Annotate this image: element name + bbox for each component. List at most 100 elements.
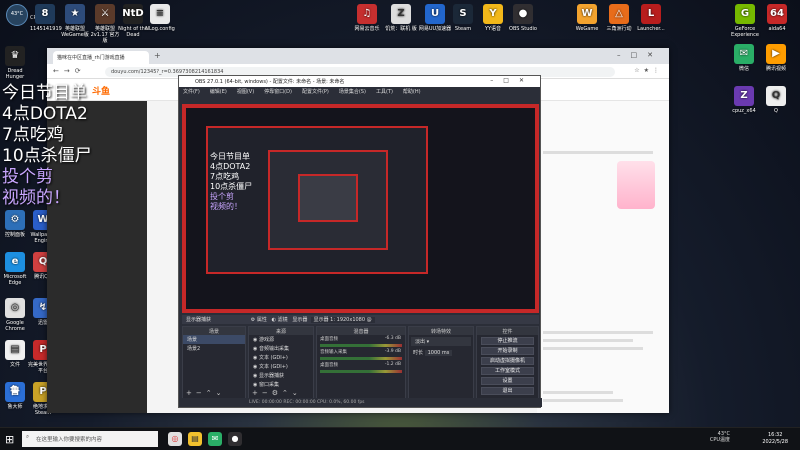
desktop-icon[interactable]: 64 aida64 xyxy=(760,4,794,32)
obs-control-button[interactable]: 停止推流 xyxy=(481,337,534,345)
obs-control-button[interactable]: 开始录制 xyxy=(481,347,534,355)
desktop-icon[interactable]: ⚙ 控制面板 xyxy=(0,210,30,238)
obs-menu-item[interactable]: 编辑(E) xyxy=(210,89,227,95)
chrome-taskbar-icon[interactable]: ◎ xyxy=(168,432,182,446)
nested-overlay-line1: 今日节目单 xyxy=(210,152,250,161)
desktop-icon[interactable]: QQ xyxy=(760,86,792,114)
taskbar-clock[interactable]: 16:32 2022/5/28 xyxy=(762,432,788,446)
obs-taskbar-icon[interactable]: ● xyxy=(228,432,242,446)
desktop-icon[interactable]: ▶ 腾讯视频 xyxy=(760,44,792,72)
source-item[interactable]: ◉ 显示器捕获 xyxy=(249,371,313,380)
display-select[interactable]: 显示器 1: 1920x1080 @ xyxy=(310,317,375,323)
desktop-icon[interactable]: e Microsoft Edge xyxy=(0,252,30,286)
app-icon: W xyxy=(577,4,597,24)
desktop-icon[interactable]: ★ 英雄联盟 WeGame版 xyxy=(60,4,90,38)
source-item[interactable]: ◉ 游戏源 xyxy=(249,335,313,344)
desktop-icon[interactable]: Y YY语音 xyxy=(476,4,510,32)
volume-meter[interactable] xyxy=(320,370,402,373)
site-logo[interactable]: 斗鱼 xyxy=(92,84,110,97)
obs-menu-item[interactable]: 配置文件(P) xyxy=(302,89,329,95)
filters-button[interactable]: 滤镜 xyxy=(278,317,288,323)
desktop-icon[interactable]: Z 饥荒：联机 版 xyxy=(384,4,418,32)
taskbar-search[interactable]: ⌕ 在这里输入你要搜索的内容 xyxy=(22,431,158,447)
sources-dock-controls[interactable]: +−⚙⌃⌄ xyxy=(252,389,302,397)
desktop-icon[interactable]: NtD Night of the Dead xyxy=(118,4,148,38)
mixer-channel-db: -3.9 dB xyxy=(384,349,401,354)
desktop-icon[interactable]: G GeForce Experience xyxy=(728,4,762,38)
promo-banner[interactable] xyxy=(617,161,655,209)
browser-nav-icons[interactable]: ←→⟳ xyxy=(53,67,86,75)
obs-preview[interactable]: 今日节目单 4点DOTA2 7点吃鸡 10点杀僵尸 投个剪 视频的！ xyxy=(182,104,539,313)
desktop-icon[interactable]: ◎ Google Chrome xyxy=(0,298,30,332)
scene-item[interactable]: 场景 xyxy=(183,335,245,344)
desktop-icon[interactable]: ♫ 网易云音乐 xyxy=(350,4,384,32)
volume-meter[interactable] xyxy=(320,344,402,347)
browser-action-icons[interactable]: ☆★⋮ xyxy=(634,67,663,74)
volume-meter[interactable] xyxy=(320,357,402,360)
nested-preview-2: 今日节目单 4点DOTA2 7点吃鸡 10点杀僵尸 投个剪 视频的！ xyxy=(206,126,428,274)
control-list: 停止推流开始录制启动虚拟摄像机 工作室模式设置退出 xyxy=(477,337,538,395)
obs-control-button[interactable]: 工作室模式 xyxy=(481,367,534,375)
scene-item[interactable]: 场景2 xyxy=(183,344,245,353)
desktop-icon-label: OBS Studio xyxy=(509,26,537,32)
obs-menu-item[interactable]: 停靠窗口(D) xyxy=(264,89,292,95)
obs-control-button[interactable]: 退出 xyxy=(481,387,534,395)
display-label: 显示器 xyxy=(292,317,308,323)
desktop-icon[interactable]: ⚔ 英雄联盟2v1.17 官方版 xyxy=(90,4,120,44)
desktop-icon-label: Steam xyxy=(454,26,472,32)
browser-window-controls[interactable]: –□✕ xyxy=(617,51,663,59)
app-icon: ✉ xyxy=(734,44,754,64)
desktop-icon[interactable]: ♛ Dread Hunger xyxy=(0,46,30,80)
browser-tab[interactable]: 猫咪在中区直播_rh门游戏直播 xyxy=(53,51,149,64)
desktop-icon[interactable]: ≡ NLog.config xyxy=(145,4,175,32)
app-icon: ⚙ xyxy=(5,210,25,230)
source-item[interactable]: ◉ 音频输出采集 xyxy=(249,344,313,353)
obs-window-controls[interactable]: –□✕ xyxy=(490,77,534,84)
transition-type-select[interactable]: 淡出 ▾ xyxy=(411,337,471,346)
desktop-icon[interactable]: 8 1145141919 xyxy=(30,4,62,32)
source-item[interactable]: ◉ 文本 (GDI+) xyxy=(249,353,313,362)
nested-overlay-line6: 视频的！ xyxy=(210,202,242,211)
source-item[interactable]: ◉ 文本 (GDI+) xyxy=(249,362,313,371)
obs-menu-item[interactable]: 视图(V) xyxy=(237,89,254,95)
scenes-dock-controls[interactable]: +−⌃⌄ xyxy=(186,389,225,397)
obs-menu-item[interactable]: 工具(T) xyxy=(376,89,393,95)
duration-input[interactable]: 1000 ms xyxy=(424,350,453,356)
app-icon: L xyxy=(641,4,661,24)
filter-icon[interactable]: ◐ xyxy=(272,317,276,323)
desktop-icon[interactable]: ▤ 文件 xyxy=(0,340,30,368)
obs-menu-item[interactable]: 帮助(H) xyxy=(403,89,421,95)
nested-preview-1: 今日节目单 4点DOTA2 7点吃鸡 10点杀僵尸 投个剪 视频的！ xyxy=(184,106,537,311)
desktop-icon[interactable]: W WeGame xyxy=(570,4,604,32)
tray-label: CPU温度 xyxy=(709,437,730,443)
properties-button[interactable]: 属性 xyxy=(257,317,267,323)
source-item[interactable]: ◉ 窗口采集 xyxy=(249,380,313,389)
text-line xyxy=(543,399,623,402)
explorer-taskbar-icon[interactable]: ▤ xyxy=(188,432,202,446)
desktop-icon[interactable]: △ 三角洲行动 xyxy=(602,4,636,32)
nested-overlay-text: 今日节目单 4点DOTA2 7点吃鸡 10点杀僵尸 投个剪 视频的！ xyxy=(210,152,252,212)
mixer-list: 桌面音频 -6.3 dB 音频输入采集 -3.9 dB 桌面音频 -1.2 dB xyxy=(317,335,405,373)
windows-start-icon[interactable]: ⊞ xyxy=(5,433,17,446)
obs-menu-item[interactable]: 场景集合(S) xyxy=(339,89,366,95)
new-tab-icon[interactable]: + xyxy=(154,51,161,60)
desktop-icon[interactable]: ● OBS Studio xyxy=(506,4,540,32)
wechat-taskbar-icon[interactable]: ✉ xyxy=(208,432,222,446)
app-icon: ★ xyxy=(65,4,85,24)
source-item-label: 显示器捕获 xyxy=(258,373,284,379)
desktop-icon[interactable]: Zcpuz_x64 xyxy=(728,86,760,114)
desktop-icon[interactable]: ✉ 微信 xyxy=(728,44,760,72)
obs-menubar: 文件(F) 编辑(E) 视图(V) 停靠窗口(D) 配置文件(P) 场景集合(S) 工具(T… xyxy=(179,87,540,96)
obs-control-button[interactable]: 启动虚拟摄像机 xyxy=(481,357,534,365)
desktop-icon-label: Launcher... xyxy=(637,26,665,32)
app-icon: ⚔ xyxy=(95,4,115,24)
obs-menu-item[interactable]: 文件(F) xyxy=(183,89,200,95)
gear-icon[interactable]: ⚙ xyxy=(251,317,255,323)
obs-control-button[interactable]: 设置 xyxy=(481,377,534,385)
text-line xyxy=(543,151,653,154)
desktop-icon[interactable]: S Steam xyxy=(446,4,480,32)
mixer-channel-name: 桌面音频 xyxy=(320,337,338,342)
desktop-icon[interactable]: 鲁鲁大师 xyxy=(0,382,30,410)
desktop-icon[interactable]: L Launcher... xyxy=(634,4,668,32)
app-icon: ♛ xyxy=(5,46,25,66)
